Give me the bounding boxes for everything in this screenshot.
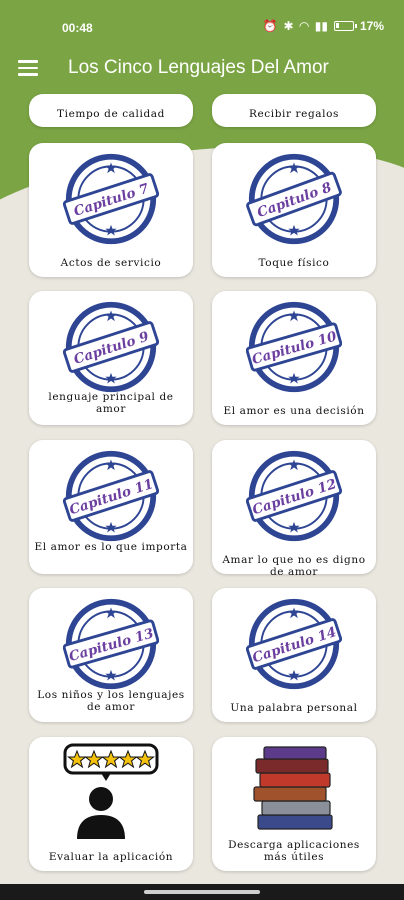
- chapter-card-11[interactable]: Capitulo 11 El amor es lo que importa: [29, 440, 193, 574]
- card-label: El amor es una decisión: [223, 405, 365, 417]
- chapter-stamp-icon: Capitulo 12: [246, 450, 342, 542]
- hamburger-menu-icon[interactable]: [18, 60, 38, 76]
- card-label: Los niños y los lenguajes de amor: [37, 689, 185, 713]
- card-tiempo-de-calidad[interactable]: Tiempo de calidad: [29, 94, 193, 127]
- status-bar: 00:48 ⏰ ✱ ◠ ▮▮ 17%: [0, 0, 404, 52]
- battery-icon: [333, 21, 357, 31]
- chapter-card-10[interactable]: Capitulo 10 El amor es una decisión: [212, 291, 376, 425]
- card-label: lenguaje principal de amor: [48, 391, 174, 415]
- card-recibir-regalos[interactable]: Recibir regalos: [212, 94, 376, 127]
- chapter-stamp-icon: Capitulo 8: [246, 153, 342, 245]
- card-label: Amar lo que no es digno de amor: [222, 554, 366, 578]
- card-label: El amor es lo que importa: [34, 541, 188, 553]
- app-title: Los Cinco Lenguajes Del Amor: [68, 57, 329, 78]
- status-time: 00:48: [62, 21, 93, 35]
- app-bar: Los Cinco Lenguajes Del Amor: [0, 52, 404, 88]
- chapter-stamp-icon: Capitulo 7: [63, 153, 159, 245]
- chapter-card-8[interactable]: Capitulo 8 Toque físico: [212, 143, 376, 277]
- card-label: Tiempo de calidad: [57, 108, 165, 120]
- chapter-card-9[interactable]: Capitulo 9 lenguaje principal de amor: [29, 291, 193, 425]
- card-label: Recibir regalos: [248, 108, 340, 120]
- chapter-stamp-icon: Capitulo 10: [246, 301, 342, 393]
- chapter-card-14[interactable]: Capitulo 14 Una palabra personal: [212, 588, 376, 722]
- status-icons: ⏰ ✱ ◠ ▮▮ 17%: [263, 19, 385, 33]
- chapter-stamp-icon: Capitulo 9: [63, 301, 159, 393]
- signal-icon: ▮▮: [314, 19, 328, 33]
- rate-app-icon: [63, 743, 159, 839]
- card-label: Toque físico: [258, 257, 330, 269]
- wifi-icon: ◠: [299, 19, 309, 33]
- books-stack-icon: [253, 746, 333, 830]
- card-label: Actos de servicio: [60, 257, 162, 269]
- chapter-card-13[interactable]: Capitulo 13 Los niños y los lenguajes de …: [29, 588, 193, 722]
- chapter-stamp-icon: Capitulo 13: [63, 598, 159, 690]
- card-label: Evaluar la aplicación: [48, 851, 174, 863]
- battery-percent: 17%: [359, 19, 384, 33]
- navigation-bar: [0, 884, 404, 900]
- chapter-card-12[interactable]: Capitulo 12 Amar lo que no es digno de am…: [212, 440, 376, 578]
- home-gesture-handle[interactable]: [144, 890, 260, 894]
- card-label: Descarga aplicaciones más útiles: [228, 839, 360, 863]
- rate-app-card[interactable]: Evaluar la aplicación: [29, 737, 193, 871]
- alarm-icon: ⏰: [262, 19, 278, 33]
- chapter-card-7[interactable]: Capitulo 7 Actos de servicio: [29, 143, 193, 277]
- chapter-stamp-icon: Capitulo 11: [63, 450, 159, 542]
- more-apps-card[interactable]: Descarga aplicaciones más útiles: [212, 737, 376, 871]
- bluetooth-icon: ✱: [283, 19, 294, 33]
- card-label: Una palabra personal: [230, 702, 358, 714]
- chapter-stamp-icon: Capitulo 14: [246, 598, 342, 690]
